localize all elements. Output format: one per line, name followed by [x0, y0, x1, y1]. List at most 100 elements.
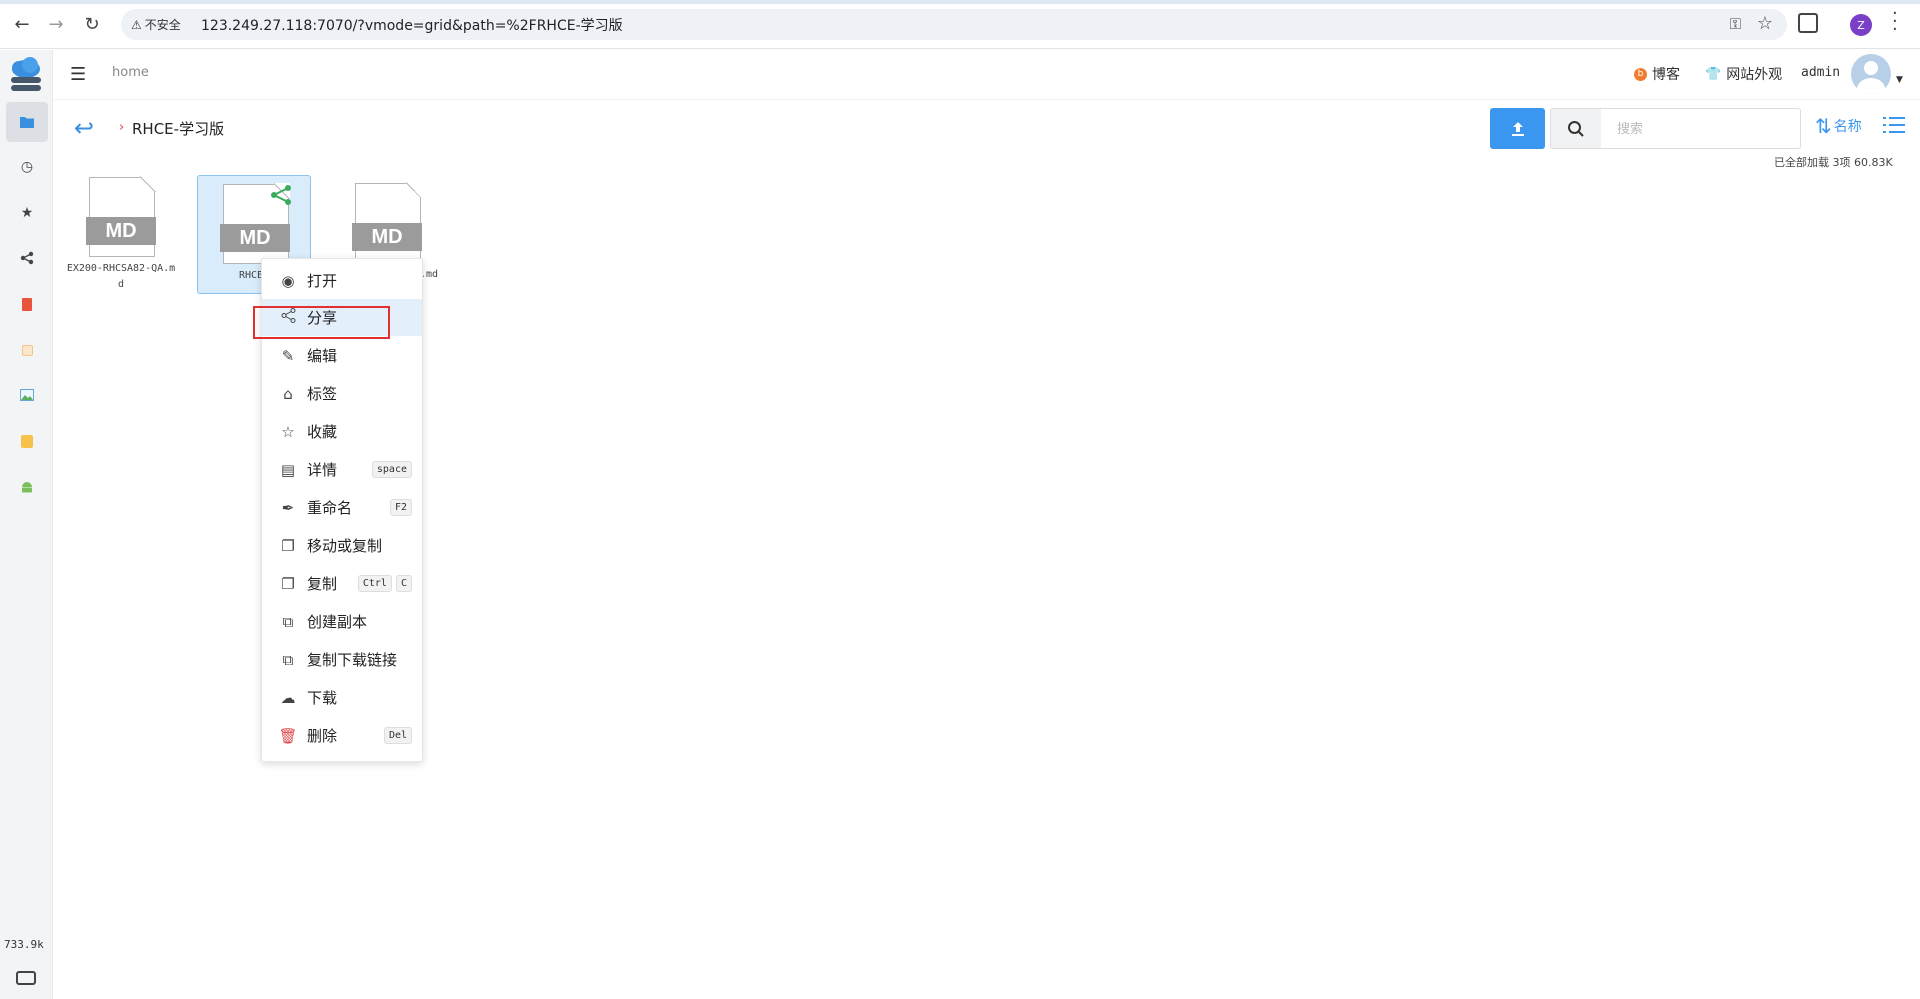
sidebar-item-files[interactable] [6, 102, 48, 142]
menu-item-rename[interactable]: ✒ 重命名 F2 [262, 489, 422, 526]
move-icon: ❐ [281, 536, 295, 555]
sidebar-item-android[interactable] [6, 467, 48, 507]
eye-icon: ◉ [281, 271, 295, 290]
security-label: 不安全 [144, 18, 181, 32]
android-icon [22, 482, 32, 493]
menu-item-label: 删除 [307, 728, 338, 745]
shortcut: Ctrl C [357, 575, 412, 592]
sidebar-item-recent[interactable]: ◷ [6, 147, 48, 187]
menu-item-download[interactable]: ☁ 下载 [262, 679, 422, 716]
password-key-icon[interactable]: ⚿ [1730, 15, 1741, 33]
back-arrow-icon[interactable]: ← [10, 12, 34, 36]
document-icon [22, 297, 32, 311]
sort-button[interactable]: ⇅ 名称 [1815, 116, 1862, 136]
shortcut-key: F2 [389, 499, 412, 516]
sidebar-item-doc[interactable] [6, 284, 48, 324]
menu-item-details[interactable]: ▤ 详情 space [262, 451, 422, 488]
shortcut-key: C [395, 575, 412, 592]
menu-item-delete[interactable]: 🗑 删除 Del [262, 717, 422, 754]
forward-arrow-icon[interactable]: → [44, 12, 68, 36]
menu-item-label: 复制 [307, 576, 338, 593]
notes-icon [21, 434, 33, 448]
search-input[interactable] [1601, 108, 1801, 149]
left-sidebar: ◷ ★ 733.9k [0, 50, 53, 999]
menu-item-open[interactable]: ◉ 打开 [262, 262, 422, 299]
menu-item-copy-link[interactable]: ⧉ 复制下载链接 [262, 641, 422, 678]
menu-item-label: 标签 [307, 386, 338, 403]
sidebar-item-image[interactable] [6, 375, 48, 415]
clock-icon: ◷ [20, 159, 34, 175]
user-avatar[interactable] [1851, 54, 1891, 94]
bookmark-star-icon[interactable]: ☆ [1757, 13, 1773, 34]
warning-icon: ⚠ [131, 17, 142, 32]
shortcut: F2 [389, 499, 412, 516]
current-folder[interactable]: RHCE-学习版 [132, 118, 224, 139]
blog-icon: b [1634, 67, 1647, 81]
breadcrumb-home[interactable]: home [112, 65, 149, 80]
menu-item-duplicate[interactable]: ⧉ 创建副本 [262, 603, 422, 640]
shortcut-key: Ctrl [357, 575, 392, 592]
file-type-badge: MD [352, 223, 422, 251]
file-tile[interactable]: MD EX200-RHCSA82-QA.md [64, 175, 178, 294]
file-type-badge: MD [220, 224, 290, 252]
upload-button[interactable] [1490, 108, 1545, 149]
link-icon: ⧉ [282, 650, 294, 669]
file-name: EX200-RHCSA82-QA.md [66, 263, 176, 290]
rename-icon: ✒ [281, 498, 295, 517]
menu-item-favorite[interactable]: ☆ 收藏 [262, 413, 422, 450]
reload-icon[interactable]: ↻ [80, 12, 104, 36]
sidebar-item-notes[interactable] [6, 421, 48, 461]
browser-toolbar: ← → ↻ ⚠ 不安全 123.249.27.118:7070/?vmode=g… [0, 0, 1920, 49]
shirt-icon: 👕 [1705, 66, 1722, 82]
search-icon [1568, 120, 1584, 137]
disk-icon[interactable] [16, 971, 36, 985]
shortcut-key: Del [383, 727, 412, 744]
file-type-badge: MD [86, 217, 156, 245]
share-icon [20, 251, 34, 265]
menu-item-move-copy[interactable]: ❐ 移动或复制 [262, 527, 422, 564]
list-view-icon[interactable] [1883, 117, 1905, 137]
back-icon[interactable]: ↩ [74, 114, 94, 142]
star-icon: ★ [20, 205, 34, 221]
browser-menu-icon[interactable]: · · · [1892, 5, 1898, 39]
extensions-icon[interactable] [1798, 13, 1818, 33]
chevron-down-icon[interactable]: ▼ [1896, 75, 1903, 85]
menu-item-label: 移动或复制 [307, 538, 383, 555]
menu-item-label: 编辑 [307, 348, 338, 365]
menu-item-label: 复制下载链接 [307, 652, 398, 669]
sort-icon: ⇅ [1815, 114, 1832, 138]
upload-icon [1511, 121, 1524, 136]
storage-used: 733.9k [4, 938, 44, 951]
md-file-icon: MD [352, 182, 422, 263]
blog-link[interactable]: b 博客 [1634, 64, 1680, 84]
shared-icon [271, 185, 291, 205]
menu-item-copy[interactable]: ❐ 复制 Ctrl C [262, 565, 422, 602]
tag-icon: ⌂ [283, 384, 293, 403]
sidebar-item-share[interactable] [6, 238, 48, 278]
menu-item-label: 下载 [307, 690, 338, 707]
app-logo-icon[interactable] [8, 57, 44, 93]
profile-avatar[interactable]: Z [1850, 14, 1872, 36]
sort-label: 名称 [1833, 119, 1862, 135]
appearance-label: 网站外观 [1726, 67, 1783, 83]
address-bar[interactable]: ⚠ 不安全 123.249.27.118:7070/?vmode=grid&pa… [121, 9, 1787, 40]
details-icon: ▤ [280, 460, 296, 479]
search-button[interactable] [1550, 108, 1602, 149]
appearance-link[interactable]: 👕 网站外观 [1705, 64, 1782, 84]
menu-toggle-icon[interactable]: ☰ [70, 64, 86, 85]
edit-icon: ✎ [281, 346, 295, 365]
duplicate-icon: ⧉ [282, 612, 294, 631]
menu-item-label: 重命名 [307, 500, 353, 517]
url-text[interactable]: 123.249.27.118:7070/?vmode=grid&path=%2F… [201, 15, 623, 35]
sidebar-item-favorites[interactable]: ★ [6, 193, 48, 233]
sidebar-item-note[interactable] [6, 330, 48, 370]
security-indicator[interactable]: ⚠ 不安全 [131, 16, 181, 33]
annotation-highlight-box [253, 306, 390, 339]
md-file-icon: MD [86, 176, 156, 257]
star-icon: ☆ [281, 422, 295, 441]
menu-item-edit[interactable]: ✎ 编辑 [262, 337, 422, 374]
load-status: 已全部加载 3项 60.83K [1774, 156, 1893, 169]
menu-item-tag[interactable]: ⌂ 标签 [262, 375, 422, 412]
user-name[interactable]: admin [1801, 65, 1840, 80]
shortcut: space [371, 461, 412, 478]
